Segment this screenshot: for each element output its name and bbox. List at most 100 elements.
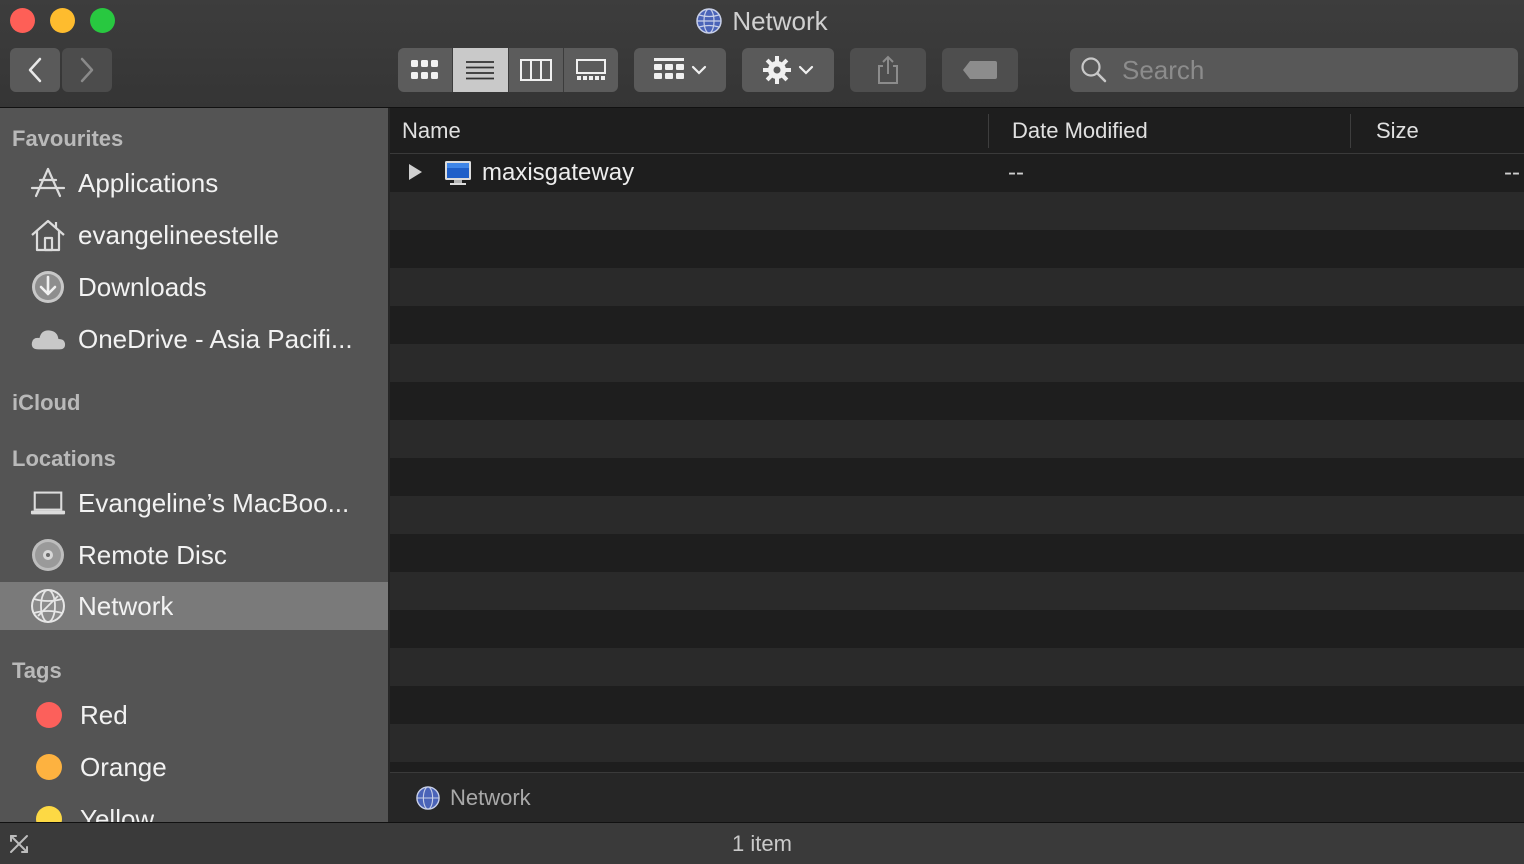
network-globe-icon	[30, 588, 66, 624]
sidebar-item-network[interactable]: Network	[0, 582, 388, 630]
applications-icon	[30, 165, 66, 201]
file-size: --	[1504, 159, 1520, 186]
empty-row	[390, 382, 1524, 420]
forward-button[interactable]	[62, 48, 112, 92]
empty-row	[390, 192, 1524, 230]
column-size-header[interactable]: Size	[1376, 108, 1419, 154]
empty-row	[390, 420, 1524, 458]
group-grid-icon	[654, 58, 684, 79]
disc-icon	[30, 537, 66, 573]
path-bar-item[interactable]: Network	[450, 785, 531, 811]
sidebar-item-tag-yellow[interactable]: Yellow	[0, 795, 388, 822]
toolbar: Network	[0, 0, 1524, 108]
group-by-button[interactable]	[634, 48, 726, 92]
empty-row	[390, 268, 1524, 306]
column-name-header[interactable]: Name	[402, 108, 461, 154]
file-list: Name Date Modified Size maxisgateway -- …	[390, 108, 1524, 772]
empty-row	[390, 572, 1524, 610]
sidebar-item-label: Remote Disc	[78, 539, 227, 570]
chevron-left-icon	[28, 57, 42, 83]
sidebar-item-label: Applications	[78, 167, 219, 198]
icon-grid-icon	[411, 60, 439, 79]
home-icon	[30, 217, 66, 253]
sidebar-item-label: OneDrive - Asia Pacifi...	[78, 323, 353, 354]
cloud-icon	[30, 321, 66, 357]
sidebar-item-remote-disc[interactable]: Remote Disc	[0, 531, 388, 579]
red-tag-dot-icon	[36, 702, 62, 728]
view-mode-selector	[398, 48, 618, 92]
chevron-down-icon	[691, 65, 707, 75]
file-rows: maxisgateway -- --	[390, 154, 1524, 772]
empty-row	[390, 306, 1524, 344]
gallery-icon	[575, 59, 606, 80]
laptop-icon	[30, 485, 66, 521]
window-title-text: Network	[732, 5, 828, 36]
column-divider[interactable]	[988, 114, 989, 148]
icon-view-button[interactable]	[398, 48, 454, 92]
empty-row	[390, 724, 1524, 762]
column-divider[interactable]	[1350, 114, 1351, 148]
sidebar-toggle-icon[interactable]	[8, 833, 30, 861]
path-bar: Network	[390, 772, 1524, 822]
sidebar-section-tags: Tags	[12, 658, 62, 683]
chevron-down-icon	[798, 65, 814, 75]
tag-button[interactable]	[942, 48, 1018, 92]
search-input[interactable]	[1122, 54, 1502, 86]
empty-row	[390, 534, 1524, 572]
disclosure-triangle-icon[interactable]	[406, 162, 424, 187]
search-field[interactable]	[1070, 48, 1518, 92]
sidebar-item-label: Downloads	[78, 271, 207, 302]
file-date-modified: --	[1008, 159, 1024, 186]
sidebar-item-home[interactable]: evangelineestelle	[0, 211, 388, 259]
gallery-view-button[interactable]	[563, 48, 618, 92]
column-header: Name Date Modified Size	[390, 108, 1524, 154]
computer-icon	[444, 160, 472, 191]
sidebar-item-tag-red[interactable]: Red	[0, 691, 388, 739]
search-icon	[1081, 57, 1107, 83]
orange-tag-dot-icon	[36, 754, 62, 780]
empty-row	[390, 458, 1524, 496]
status-bar: 1 item	[0, 822, 1524, 864]
back-button[interactable]	[10, 48, 60, 92]
yellow-tag-dot-icon	[36, 806, 62, 822]
sidebar-item-tag-orange[interactable]: Orange	[0, 743, 388, 791]
table-row[interactable]: maxisgateway -- --	[390, 154, 1524, 192]
empty-row	[390, 230, 1524, 268]
gear-icon	[763, 56, 791, 84]
action-menu-button[interactable]	[742, 48, 834, 92]
column-date-label: Date Modified	[1012, 118, 1148, 143]
share-button[interactable]	[850, 48, 926, 92]
share-icon	[878, 55, 898, 84]
empty-row	[390, 686, 1524, 724]
column-size-label: Size	[1376, 118, 1419, 143]
item-count: 1 item	[732, 830, 792, 856]
tag-icon	[963, 61, 997, 79]
sidebar-section-favourites: Favourites	[12, 126, 124, 151]
empty-row	[390, 344, 1524, 382]
sidebar-item-applications[interactable]: Applications	[0, 159, 388, 207]
sidebar-item-macbook[interactable]: Evangeline’s MacBoo...	[0, 479, 388, 527]
sidebar-item-label: Network	[78, 590, 174, 621]
sidebar: Favourites Applications evangelineestell…	[0, 108, 388, 822]
window-title: Network	[0, 4, 1524, 38]
sidebar-item-label: Orange	[80, 751, 167, 782]
sidebar-section-icloud: iCloud	[12, 390, 81, 415]
empty-row	[390, 496, 1524, 534]
network-globe-icon	[416, 785, 440, 810]
sidebar-item-label: Evangeline’s MacBoo...	[78, 487, 350, 518]
sidebar-item-onedrive[interactable]: OneDrive - Asia Pacifi...	[0, 315, 388, 363]
downloads-icon	[30, 269, 66, 305]
column-name-label: Name	[402, 118, 461, 143]
columns-icon	[519, 59, 552, 81]
list-view-button[interactable]	[453, 48, 509, 92]
sidebar-item-label: Red	[80, 699, 128, 730]
column-date-modified-header[interactable]: Date Modified	[1012, 108, 1148, 154]
sidebar-item-label: Yellow	[80, 803, 155, 823]
chevron-right-icon	[80, 57, 94, 83]
column-view-button[interactable]	[508, 48, 564, 92]
sidebar-item-downloads[interactable]: Downloads	[0, 263, 388, 311]
list-lines-icon	[466, 61, 495, 80]
empty-row	[390, 648, 1524, 686]
sidebar-section-locations: Locations	[12, 446, 116, 471]
file-name: maxisgateway	[482, 159, 635, 186]
